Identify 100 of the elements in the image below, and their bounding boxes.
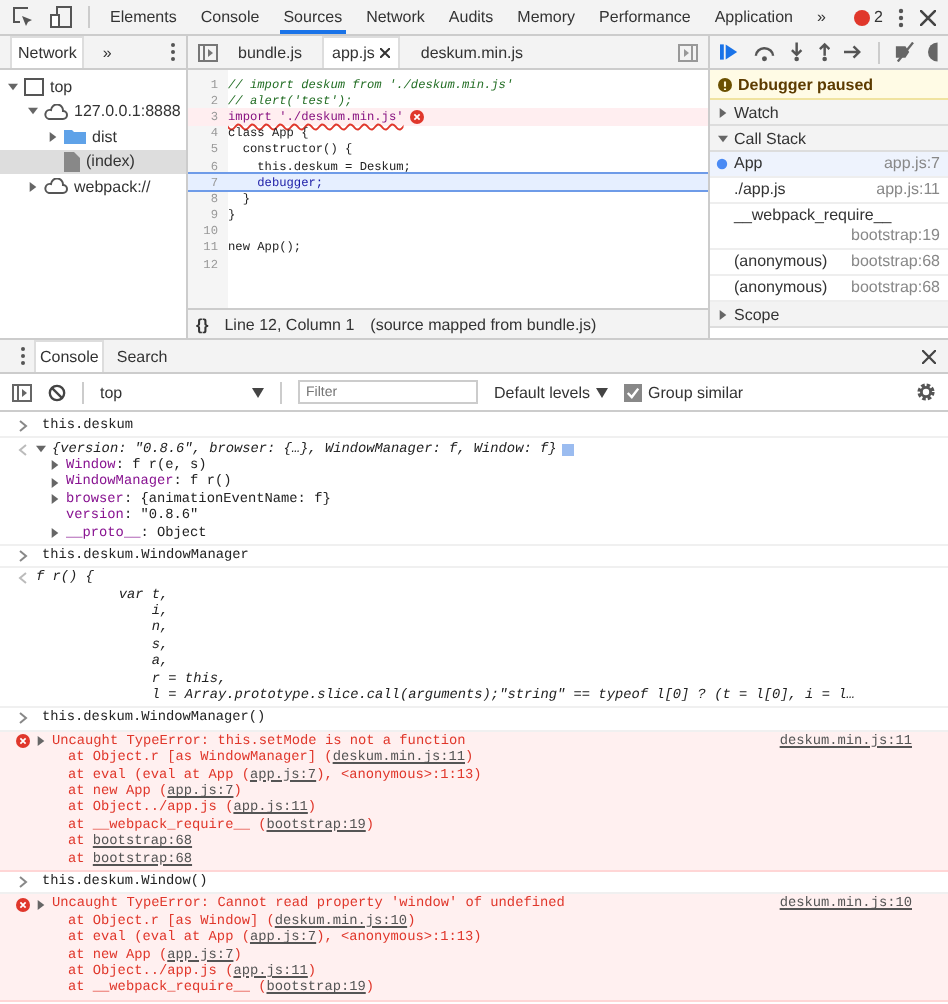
file-tab[interactable]: bundle.js bbox=[230, 37, 311, 67]
error-icon bbox=[853, 9, 870, 25]
expanded-arrow-icon[interactable] bbox=[36, 444, 46, 455]
section-title: Call Stack bbox=[734, 129, 807, 147]
navigator-tab[interactable]: Network bbox=[10, 36, 85, 68]
expanded-arrow-icon[interactable] bbox=[28, 106, 38, 117]
tree-item[interactable]: dist bbox=[0, 124, 186, 149]
context-selector[interactable]: top bbox=[100, 383, 264, 401]
panel-tab[interactable]: Memory bbox=[513, 0, 580, 34]
frame-name: __webpack_require__ bbox=[734, 206, 892, 226]
panel-tab[interactable]: Network bbox=[362, 0, 429, 34]
format-button[interactable]: {} bbox=[196, 315, 209, 333]
resume-icon[interactable] bbox=[720, 42, 741, 62]
call-frame[interactable]: (anonymous) bootstrap:68 bbox=[710, 250, 948, 276]
result-icon bbox=[16, 443, 30, 456]
call-frame[interactable]: ./app.js app.js:11 bbox=[710, 178, 948, 204]
log-levels-dropdown[interactable]: Default levels bbox=[494, 383, 609, 401]
collapsed-arrow-icon[interactable] bbox=[36, 736, 46, 747]
toggle-debugger-icon[interactable] bbox=[678, 43, 698, 61]
cloud-icon bbox=[44, 103, 68, 120]
more-options-icon[interactable] bbox=[898, 7, 905, 27]
tree-label: top bbox=[50, 77, 73, 96]
toggle-navigator-icon[interactable] bbox=[198, 43, 218, 61]
more-tabs-button[interactable]: » bbox=[812, 0, 830, 34]
more-options-icon[interactable] bbox=[20, 346, 26, 366]
drawer-tab[interactable]: Search bbox=[112, 341, 172, 371]
frame-name: ./app.js bbox=[734, 180, 786, 200]
panel-tab[interactable]: Audits bbox=[444, 0, 498, 34]
tree-item[interactable]: (index) bbox=[0, 149, 186, 174]
close-icon[interactable] bbox=[922, 349, 936, 363]
frame-location: app.js:7 bbox=[883, 154, 940, 174]
expanded-arrow-icon[interactable] bbox=[8, 81, 18, 92]
section-title: Scope bbox=[734, 305, 780, 323]
panel-tab[interactable]: Performance bbox=[595, 0, 695, 34]
close-icon[interactable] bbox=[380, 48, 391, 58]
checkbox-label: Group similar bbox=[648, 383, 744, 401]
step-over-icon[interactable] bbox=[754, 43, 776, 61]
step-out-icon[interactable] bbox=[817, 42, 831, 62]
collapsed-arrow-icon[interactable] bbox=[48, 131, 58, 142]
current-frame-icon bbox=[716, 158, 728, 170]
prompt-icon bbox=[16, 875, 30, 888]
tree-item[interactable]: top bbox=[0, 74, 186, 99]
device-icon[interactable] bbox=[50, 6, 72, 28]
dropdown-caret-icon bbox=[252, 387, 264, 397]
collapsed-arrow-icon[interactable] bbox=[36, 899, 46, 910]
folder-icon bbox=[64, 128, 86, 145]
close-icon[interactable] bbox=[920, 9, 937, 25]
tree-label: webpack:// bbox=[74, 177, 151, 196]
drawer-tab[interactable]: Console bbox=[34, 340, 105, 372]
checkbox[interactable] bbox=[624, 383, 643, 401]
frame-location: bootstrap:19 bbox=[851, 226, 940, 246]
file-tab[interactable]: app.js bbox=[322, 36, 401, 68]
source-map-info: (source mapped from bundle.js) bbox=[370, 315, 597, 333]
frame-icon bbox=[24, 77, 44, 96]
step-into-icon[interactable] bbox=[789, 42, 804, 62]
file-icon bbox=[64, 151, 80, 172]
step-icon[interactable] bbox=[844, 44, 864, 60]
clear-console-icon[interactable] bbox=[48, 383, 66, 401]
dropdown-caret-icon bbox=[596, 387, 609, 397]
panel-tab[interactable]: Elements bbox=[106, 0, 181, 34]
collapsed-arrow-icon[interactable] bbox=[50, 477, 60, 488]
sidebar-toggle-icon[interactable] bbox=[12, 383, 32, 401]
frame-name: (anonymous) bbox=[734, 278, 828, 298]
expanded-arrow-icon[interactable] bbox=[718, 133, 728, 143]
settings-icon[interactable] bbox=[916, 382, 936, 402]
collapsed-arrow-icon[interactable] bbox=[718, 309, 728, 319]
section-header[interactable]: Watch bbox=[710, 100, 948, 126]
panel-tab[interactable]: Console bbox=[196, 0, 264, 34]
collapsed-arrow-icon[interactable] bbox=[28, 181, 38, 192]
collapsed-arrow-icon[interactable] bbox=[50, 494, 60, 505]
tree-label: 127.0.0.1:8888 bbox=[74, 102, 181, 121]
prompt-icon bbox=[16, 549, 30, 562]
more-options-icon[interactable] bbox=[170, 42, 176, 62]
call-frame[interactable]: __webpack_require__ bootstrap:19 bbox=[710, 204, 948, 250]
section-title: Watch bbox=[734, 103, 779, 121]
error-count-text: 2 bbox=[873, 8, 883, 26]
frame-location: app.js:11 bbox=[876, 180, 940, 200]
error-icon bbox=[409, 109, 424, 124]
error-count[interactable]: 2 bbox=[853, 8, 883, 26]
section-header[interactable]: Call Stack bbox=[710, 126, 948, 152]
error-icon bbox=[16, 734, 30, 749]
section-header[interactable]: Scope bbox=[710, 302, 948, 328]
tree-item[interactable]: webpack:// bbox=[0, 174, 186, 199]
frame-name: App bbox=[734, 154, 763, 174]
tree-label: (index) bbox=[86, 152, 135, 171]
deactivate-breakpoints-icon[interactable] bbox=[893, 42, 915, 62]
panel-tab[interactable]: Application bbox=[710, 0, 797, 34]
inspect-icon[interactable] bbox=[12, 6, 34, 28]
cloud-icon bbox=[44, 178, 68, 195]
collapsed-arrow-icon[interactable] bbox=[718, 107, 728, 117]
more-tabs-button[interactable]: » bbox=[96, 37, 118, 67]
tree-label: dist bbox=[92, 127, 117, 146]
collapsed-arrow-icon[interactable] bbox=[50, 460, 60, 471]
prompt-icon bbox=[16, 420, 30, 433]
frame-name: (anonymous) bbox=[734, 252, 828, 272]
file-tab[interactable]: deskum.min.js bbox=[412, 37, 532, 67]
call-frame[interactable]: App app.js:7 bbox=[710, 152, 948, 178]
frame-location: bootstrap:68 bbox=[851, 278, 940, 298]
tree-item[interactable]: 127.0.0.1:8888 bbox=[0, 99, 186, 124]
collapsed-arrow-icon[interactable] bbox=[50, 528, 60, 539]
